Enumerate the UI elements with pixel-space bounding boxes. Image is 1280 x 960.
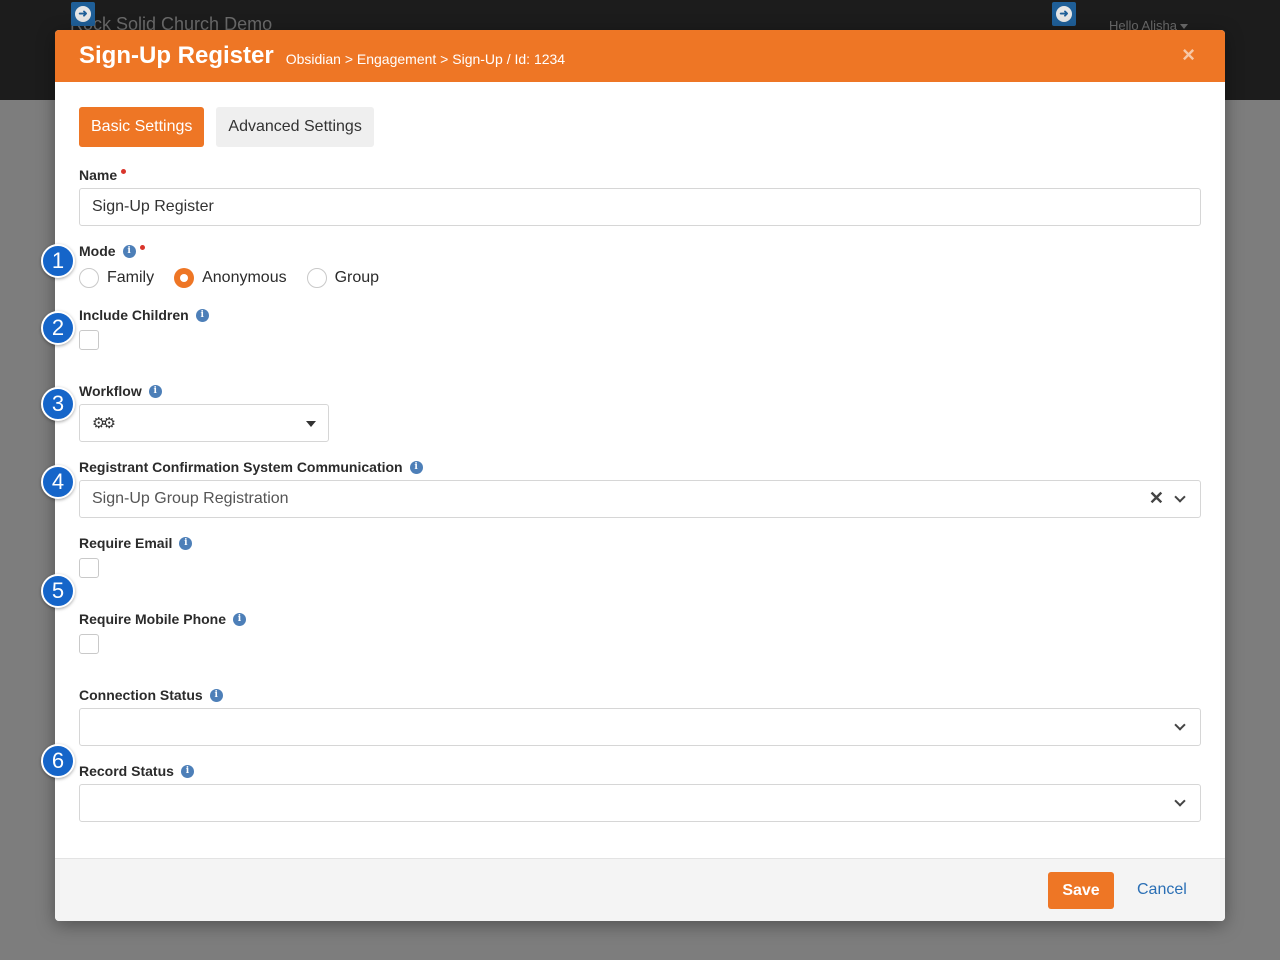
connection-status-label: Connection Status i [79,687,223,703]
radio-button-selected[interactable] [174,268,195,288]
caret-down-icon [306,421,316,427]
cancel-link[interactable]: Cancel [1137,881,1187,899]
info-icon[interactable]: i [195,308,209,322]
info-icon[interactable]: i [122,244,136,258]
callout-badge-5: 5 [41,574,75,608]
callout-badge-1: 1 [41,244,75,278]
connection-status-label-text: Connection Status [79,687,203,703]
required-indicator [121,168,127,174]
gears-icon: ⚙⚙ [92,415,116,432]
modal-header: Sign-Up Register Obsidian > Engagement >… [55,30,1225,82]
arrow-right-icon[interactable]: ➜ [71,2,95,26]
callout-badge-2: 2 [41,311,75,345]
include-children-label-text: Include Children [79,307,189,323]
require-mobile-phone-checkbox[interactable] [79,634,99,654]
radio-button[interactable] [79,268,99,288]
arrow-right-icon[interactable]: ➜ [1052,2,1076,26]
info-icon[interactable]: i [409,460,423,474]
save-button[interactable]: Save [1048,872,1114,909]
name-label: Name [79,167,127,183]
sign-up-register-modal: Sign-Up Register Obsidian > Engagement >… [55,30,1225,921]
confirmation-communication-label: Registrant Confirmation System Communica… [79,459,423,475]
chevron-down-icon [1174,795,1186,807]
name-input[interactable]: Sign-Up Register [79,188,1201,226]
mode-radio-group: Family Anonymous Group [79,268,399,288]
info-icon[interactable]: i [180,764,194,778]
settings-tabs: Basic Settings Advanced Settings [79,107,374,147]
mode-option-anonymous[interactable]: Anonymous [174,268,287,288]
callout-badge-4: 4 [41,465,75,499]
breadcrumb: Obsidian > Engagement > Sign-Up / Id: 12… [285,51,566,67]
require-email-checkbox[interactable] [79,558,99,578]
mode-option-group[interactable]: Group [306,268,380,288]
mode-label: Mode i [79,243,145,259]
record-status-label-text: Record Status [79,763,174,779]
radio-label: Family [107,269,155,286]
tab-advanced-settings[interactable]: Advanced Settings [216,107,374,147]
clear-icon[interactable]: ✕ [1149,488,1164,509]
workflow-label-text: Workflow [79,383,142,399]
confirmation-communication-value: Sign-Up Group Registration [92,490,289,507]
info-icon[interactable]: i [179,536,193,550]
require-mobile-phone-label-text: Require Mobile Phone [79,611,227,627]
chevron-down-icon [1174,719,1186,731]
confirmation-communication-label-text: Registrant Confirmation System Communica… [79,459,403,475]
radio-label: Group [334,269,380,286]
confirmation-communication-select[interactable]: Sign-Up Group Registration ✕ [79,480,1201,518]
modal-title: Sign-Up Register [79,42,274,69]
require-mobile-phone-label: Require Mobile Phone i [79,611,247,627]
caret-down-icon [1179,24,1188,30]
name-label-text: Name [79,167,118,183]
radio-button[interactable] [306,268,327,288]
info-icon[interactable]: i [233,612,247,626]
include-children-label: Include Children i [79,307,209,323]
required-indicator [139,244,145,250]
workflow-label: Workflow i [79,383,162,399]
connection-status-select[interactable] [79,708,1201,746]
radio-label: Anonymous [202,269,287,286]
modal-footer: Save Cancel [55,858,1225,921]
mode-option-family[interactable]: Family [79,268,154,288]
callout-badge-3: 3 [41,387,75,421]
info-icon[interactable]: i [209,688,223,702]
workflow-picker[interactable]: ⚙⚙ [79,404,329,442]
callout-badge-6: 6 [41,744,75,778]
mode-label-text: Mode [79,243,116,259]
record-status-label: Record Status i [79,763,194,779]
tab-basic-settings[interactable]: Basic Settings [79,107,205,147]
record-status-select[interactable] [79,784,1201,822]
require-email-label: Require Email i [79,535,193,551]
include-children-checkbox[interactable] [79,330,99,350]
require-email-label-text: Require Email [79,535,173,551]
info-icon[interactable]: i [148,384,162,398]
chevron-down-icon [1174,491,1186,503]
close-icon[interactable]: × [1182,44,1195,66]
